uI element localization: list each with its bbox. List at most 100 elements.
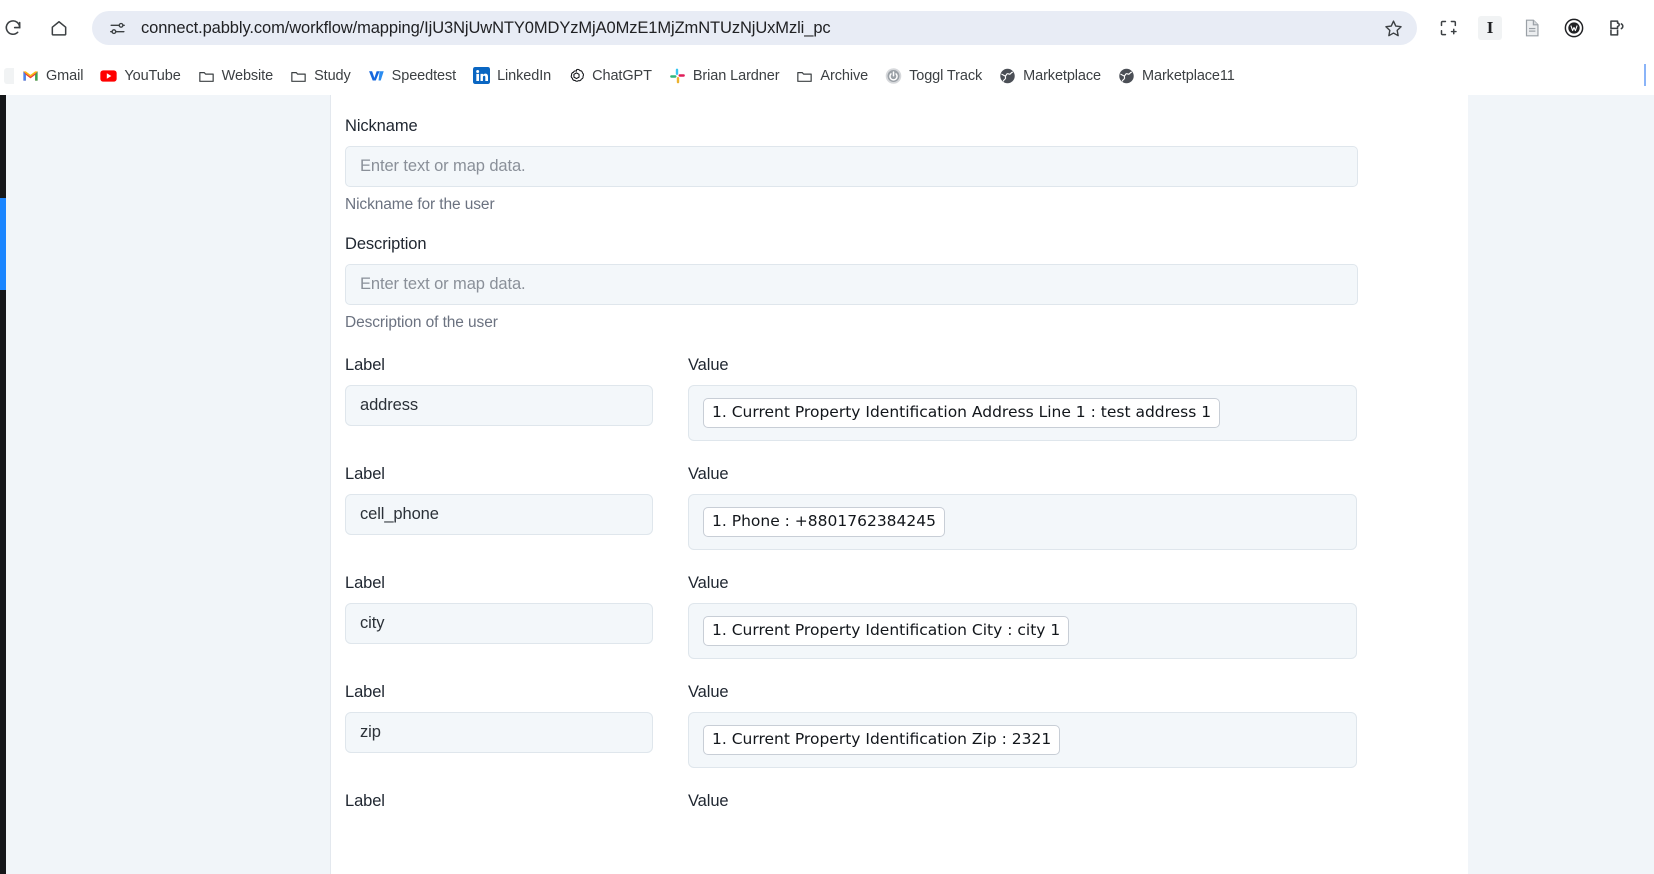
field-help-text: Nickname for the user xyxy=(345,196,495,213)
label-input[interactable]: zip xyxy=(345,712,653,753)
speedtest-icon xyxy=(368,67,385,84)
mapped-data-token[interactable]: 1. Phone : +8801762384245 xyxy=(703,507,945,537)
bookmark-item-website[interactable]: Website xyxy=(190,63,282,88)
bookmark-star-icon[interactable] xyxy=(1379,14,1407,42)
description-input[interactable]: Enter text or map data. xyxy=(345,264,1358,305)
column-header-label: Label xyxy=(345,356,385,374)
column-header-value: Value xyxy=(688,574,729,592)
form-area: Nickname Enter text or map data. Nicknam… xyxy=(331,95,1468,814)
column-header-value: Value xyxy=(688,465,729,483)
bookmark-item-toggl-track[interactable]: Toggl Track xyxy=(877,63,991,88)
bookmark-item-clipped[interactable] xyxy=(0,67,14,84)
column-header-value: Value xyxy=(688,356,729,374)
value-column: Value 1. Current Property Identification… xyxy=(688,683,1357,768)
bookmark-item-chatgpt[interactable]: ChatGPT xyxy=(560,63,661,88)
label-input[interactable]: city xyxy=(345,603,653,644)
site-settings-sliders-icon[interactable] xyxy=(104,15,130,41)
mapped-data-token[interactable]: 1. Current Property Identification City … xyxy=(703,616,1070,646)
field-label: Description xyxy=(345,235,427,253)
value-column: Value 1. Current Property Identification… xyxy=(688,574,1357,659)
label-input[interactable]: address xyxy=(345,385,653,426)
nickname-input[interactable]: Enter text or map data. xyxy=(345,146,1358,187)
bookmark-label: Speedtest xyxy=(391,67,457,84)
url-text[interactable]: connect.pabbly.com/workflow/mapping/IjU3… xyxy=(130,19,1373,38)
label-input[interactable]: cell_phone xyxy=(345,494,653,535)
value-input[interactable]: 1. Current Property Identification City … xyxy=(688,603,1357,659)
column-header-label: Label xyxy=(345,792,385,810)
right-backdrop-panel xyxy=(1468,95,1654,874)
page-viewport: Nickname Enter text or map data. Nicknam… xyxy=(0,95,1654,874)
bookmark-label: YouTube xyxy=(124,67,181,84)
value-input[interactable]: 1. Current Property Identification Zip :… xyxy=(688,712,1357,768)
reload-button[interactable] xyxy=(0,11,30,45)
text-tool-i-glyph: I xyxy=(1478,16,1502,40)
bookmarks-bar: Gmail YouTube Website Study Speedtest Li… xyxy=(0,56,1654,95)
bookmark-label: Website xyxy=(221,67,274,84)
mapped-data-token[interactable]: 1. Current Property Identification Addre… xyxy=(703,398,1221,428)
bookmark-item-speedtest[interactable]: Speedtest xyxy=(360,63,465,88)
toggl-icon xyxy=(885,67,902,84)
bookmark-item-marketplace11[interactable]: Marketplace11 xyxy=(1110,63,1244,88)
wallet-extension-icon[interactable] xyxy=(1553,11,1595,45)
chatgpt-icon xyxy=(568,67,585,84)
browser-toolbar: connect.pabbly.com/workflow/mapping/IjU3… xyxy=(0,0,1654,56)
folder-icon xyxy=(796,67,813,84)
gmail-icon xyxy=(22,67,39,84)
value-input[interactable]: 1. Current Property Identification Addre… xyxy=(688,385,1357,441)
column-header-label: Label xyxy=(345,683,385,701)
globe-icon xyxy=(999,67,1016,84)
bookmark-item-linkedin[interactable]: LinkedIn xyxy=(465,63,560,88)
bookmarks-overflow-caret[interactable] xyxy=(1644,64,1646,86)
bookmark-label: Marketplace11 xyxy=(1142,67,1235,84)
bookmark-label: Marketplace xyxy=(1023,67,1102,84)
field-nickname: Nickname Enter text or map data. Nicknam… xyxy=(345,117,1433,214)
mapping-form-panel: Nickname Enter text or map data. Nicknam… xyxy=(331,95,1468,874)
column-header-value: Value xyxy=(688,683,729,701)
label-value-row: Label zip Value 1. Current Property Iden… xyxy=(345,683,1433,768)
label-value-row: Label address Value 1. Current Property … xyxy=(345,356,1433,441)
label-column: Label city xyxy=(345,574,653,659)
globe-icon xyxy=(1118,67,1135,84)
field-help-text: Description of the user xyxy=(345,314,498,331)
bookmark-label: Toggl Track xyxy=(909,67,983,84)
text-tool-i-icon[interactable]: I xyxy=(1469,11,1511,45)
field-description: Description Enter text or map data. Desc… xyxy=(345,235,1433,332)
linkedin-icon xyxy=(473,67,491,84)
label-value-row-partial: Label Value xyxy=(345,792,1433,814)
youtube-icon xyxy=(100,67,118,84)
browser-chrome: connect.pabbly.com/workflow/mapping/IjU3… xyxy=(0,0,1654,95)
input-placeholder: Enter text or map data. xyxy=(360,157,526,175)
address-bar[interactable]: connect.pabbly.com/workflow/mapping/IjU3… xyxy=(92,11,1417,45)
folder-icon xyxy=(198,67,215,84)
label-value-row: Label city Value 1. Current Property Ide… xyxy=(345,574,1433,659)
favicon-icon xyxy=(4,67,14,84)
value-column: Value xyxy=(688,792,1357,814)
column-header-value: Value xyxy=(688,792,729,810)
folder-icon xyxy=(290,67,307,84)
mapped-data-token[interactable]: 1. Current Property Identification Zip :… xyxy=(703,725,1061,755)
bookmark-item-archive[interactable]: Archive xyxy=(788,63,877,88)
screenshot-capture-icon[interactable] xyxy=(1427,11,1469,45)
label-input-value: address xyxy=(360,396,419,414)
home-button[interactable] xyxy=(42,11,76,45)
label-column: Label zip xyxy=(345,683,653,768)
bookmark-item-marketplace[interactable]: Marketplace xyxy=(991,63,1110,88)
field-label: Nickname xyxy=(345,117,418,135)
label-input-value: city xyxy=(360,614,385,632)
label-value-row: Label cell_phone Value 1. Phone : +88017… xyxy=(345,465,1433,550)
bookmark-item-gmail[interactable]: Gmail xyxy=(14,63,92,88)
label-column: Label xyxy=(345,792,653,814)
value-input[interactable]: 1. Phone : +8801762384245 xyxy=(688,494,1357,550)
bookmark-label: ChatGPT xyxy=(592,67,652,84)
value-column: Value 1. Current Property Identification… xyxy=(688,356,1357,441)
extensions-puzzle-icon[interactable] xyxy=(1595,11,1637,45)
bookmark-label: LinkedIn xyxy=(497,67,552,84)
document-reader-icon[interactable] xyxy=(1511,11,1553,45)
bookmark-item-brian-lardner[interactable]: Brian Lardner xyxy=(661,63,789,88)
value-column: Value 1. Phone : +8801762384245 xyxy=(688,465,1357,550)
bookmark-label: Gmail xyxy=(46,67,84,84)
bookmark-item-youtube[interactable]: YouTube xyxy=(92,63,189,88)
bookmark-item-study[interactable]: Study xyxy=(282,63,360,88)
column-header-label: Label xyxy=(345,574,385,592)
column-header-label: Label xyxy=(345,465,385,483)
